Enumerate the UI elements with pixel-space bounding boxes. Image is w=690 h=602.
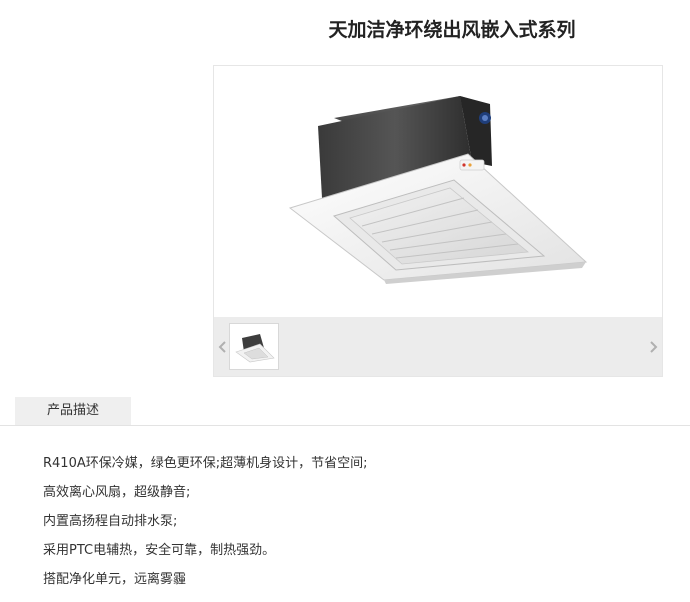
chevron-left-icon[interactable] xyxy=(216,338,230,356)
ceiling-cassette-illustration xyxy=(288,96,588,284)
product-description: R410A环保冷媒，绿色更环保;超薄机身设计，节省空间; 高效离心风扇，超级静音… xyxy=(43,449,368,594)
detail-tabs: 产品描述 xyxy=(0,397,690,426)
description-line: 内置高扬程自动排水泵; xyxy=(43,514,178,529)
product-title: 天加洁净环绕出风嵌入式系列 xyxy=(328,19,576,41)
main-product-image[interactable] xyxy=(214,66,662,316)
tab-product-description[interactable]: 产品描述 xyxy=(15,397,131,425)
description-line: 采用PTC电辅热，安全可靠，制热强劲。 xyxy=(43,543,276,558)
description-line: R410A环保冷媒，绿色更环保;超薄机身设计，节省空间; xyxy=(43,456,368,471)
thumbnail-item[interactable] xyxy=(229,323,279,370)
description-line: 搭配净化单元，远离雾霾 xyxy=(43,572,187,587)
chevron-right-icon[interactable] xyxy=(646,338,660,356)
description-line: 高效离心风扇，超级静音; xyxy=(43,485,191,500)
thumbnail-strip xyxy=(214,317,662,376)
product-gallery xyxy=(213,65,663,377)
